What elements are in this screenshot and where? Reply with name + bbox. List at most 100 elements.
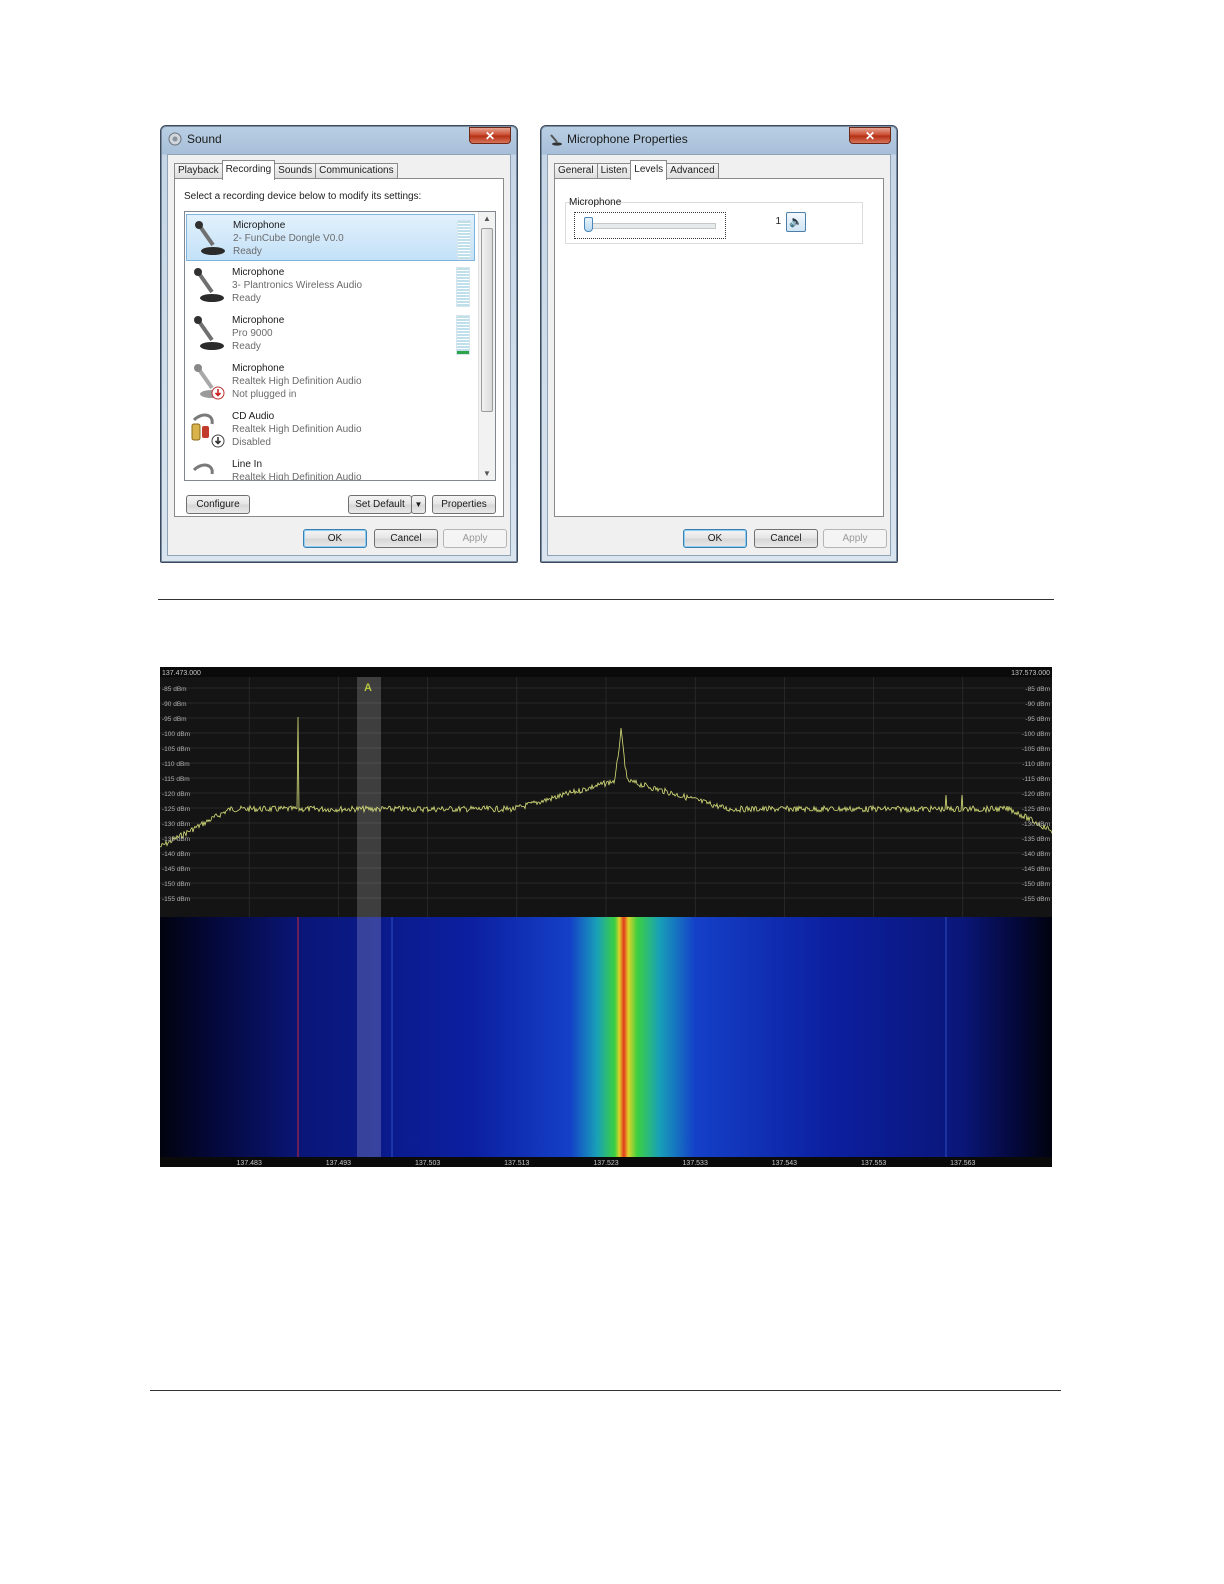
device-item[interactable]: CD Audio Realtek High Definition Audio D… (186, 406, 475, 453)
microphone-level-value: 1 (775, 216, 781, 227)
dbm-tick-label: -105 dBm (162, 746, 190, 753)
recording-intro-text: Select a recording device below to modif… (184, 191, 422, 202)
device-driver: Realtek High Definition Audio (232, 376, 362, 387)
dbm-tick-label: -130 dBm (162, 821, 190, 828)
mic-properties-close-button[interactable]: ✕ (849, 127, 891, 144)
dbm-tick-label: -135 dBm (1022, 836, 1050, 843)
recording-device-list: Microphone 2- FunCube Dongle V0.0 Ready … (184, 211, 496, 481)
slider-thumb[interactable] (584, 217, 594, 232)
device-driver: Realtek High Definition Audio (232, 424, 362, 435)
device-driver: 3- Plantronics Wireless Audio (232, 280, 363, 291)
frequency-tick-label: 137.543 (772, 1160, 797, 1167)
level-meter (456, 267, 470, 307)
tab-playback[interactable]: Playback (174, 163, 223, 179)
microphone-unplugged-icon (194, 364, 225, 400)
dbm-tick-label: -140 dBm (162, 851, 190, 858)
apply-button[interactable]: Apply (823, 529, 887, 548)
mic-properties-titlebar[interactable]: Microphone Properties ✕ (541, 126, 897, 152)
set-default-dropdown-icon[interactable]: ▼ (411, 495, 426, 514)
vfo-a-label: A (364, 682, 372, 694)
waterfall (160, 917, 1052, 1157)
properties-button[interactable]: Properties (432, 495, 496, 514)
device-item[interactable]: Microphone Pro 9000 Ready (186, 310, 475, 357)
tab-recording[interactable]: Recording (221, 160, 276, 180)
ok-button[interactable]: OK (303, 529, 367, 548)
device-item[interactable]: Line In Realtek High Definition Audio (186, 454, 475, 481)
device-status: Ready (232, 341, 261, 352)
frequency-tick-label: 137.483 (237, 1160, 262, 1167)
microphone-icon (550, 134, 562, 146)
device-driver: Realtek High Definition Audio (232, 472, 362, 481)
cancel-button[interactable]: Cancel (754, 529, 818, 548)
dbm-tick-label: -150 dBm (162, 881, 190, 888)
ok-button[interactable]: OK (683, 529, 747, 548)
dbm-axis-right: -85 dBm -90 dBm -95 dBm -100 dBm -105 dBm -11… (1022, 686, 1050, 903)
dbm-tick-label: -155 dBm (162, 896, 190, 903)
frequency-tick-label: 137.523 (593, 1160, 618, 1167)
spectrum-analyzer[interactable]: A 137.473.000 137.573.000 -85 dBm -90 dBm… (160, 667, 1052, 1167)
vfo-a-band-marker[interactable] (357, 677, 381, 1157)
microphone-icon (194, 316, 224, 350)
device-status: Not plugged in (232, 389, 297, 400)
dbm-tick-label: -115 dBm (1022, 776, 1050, 783)
scroll-up-icon[interactable]: ▲ (479, 214, 495, 223)
dbm-tick-label: -110 dBm (162, 761, 190, 768)
tab-communications[interactable]: Communications (315, 163, 398, 179)
device-list-scrollbar[interactable]: ▲ ▼ (478, 212, 495, 480)
scroll-down-icon[interactable]: ▼ (479, 469, 495, 478)
dbm-tick-label: -105 dBm (1022, 746, 1050, 753)
device-name: Microphone (232, 315, 285, 326)
dbm-axis-left: -85 dBm -90 dBm -95 dBm -100 dBm -105 dBm -11… (162, 686, 190, 903)
device-item[interactable]: Microphone Realtek High Definition Audio… (186, 358, 475, 405)
frequency-tick-label: 137.533 (683, 1160, 708, 1167)
frequency-axis: 137.483 137.493 137.503 137.513 137.523 137.5… (237, 1160, 976, 1167)
sound-dialog: Sound ✕ Playback Recording Sounds Commun… (160, 125, 518, 563)
tab-listen[interactable]: Listen (596, 163, 632, 179)
frequency-right-label: 137.573.000 (1011, 670, 1050, 677)
spectrum-svg: A 137.473.000 137.573.000 -85 dBm -90 dBm… (160, 667, 1052, 1167)
tab-sounds[interactable]: Sounds (274, 163, 317, 179)
device-name: CD Audio (232, 411, 275, 422)
dbm-tick-label: -120 dBm (162, 791, 190, 798)
microphone-icon (194, 268, 224, 302)
device-item[interactable]: Microphone 3- Plantronics Wireless Audio… (186, 262, 475, 309)
device-status: Ready (233, 246, 262, 257)
tab-levels[interactable]: Levels (630, 160, 668, 180)
tab-advanced[interactable]: Advanced (666, 163, 719, 179)
configure-button[interactable]: Configure (186, 495, 250, 514)
mute-speaker-icon[interactable]: 🔈 (786, 212, 806, 232)
dbm-tick-label: -100 dBm (1022, 731, 1050, 738)
cancel-button[interactable]: Cancel (374, 529, 438, 548)
dbm-tick-label: -130 dBm (1022, 821, 1050, 828)
dbm-tick-label: -125 dBm (162, 806, 190, 813)
dbm-tick-label: -150 dBm (1022, 881, 1050, 888)
scroll-thumb[interactable] (481, 228, 493, 412)
apply-button[interactable]: Apply (443, 529, 507, 548)
sound-titlebar[interactable]: Sound ✕ (161, 126, 517, 152)
divider (158, 599, 1054, 600)
sound-tabs: Playback Recording Sounds Communications (174, 160, 398, 180)
dbm-tick-label: -135 dBm (162, 836, 190, 843)
dbm-tick-label: -110 dBm (1022, 761, 1050, 768)
frequency-tick-label: 137.493 (326, 1160, 351, 1167)
mic-properties-client-area: General Listen Levels Advanced Microphon… (547, 154, 891, 556)
set-default-button[interactable]: Set Default (348, 495, 412, 514)
dbm-tick-label: -125 dBm (1022, 806, 1050, 813)
frequency-tick-label: 137.513 (504, 1160, 529, 1167)
dbm-tick-label: -120 dBm (1022, 791, 1050, 798)
tab-general[interactable]: General (554, 163, 598, 179)
dbm-tick-label: -90 dBm (1025, 701, 1050, 708)
levels-panel: Microphone 1 🔈 (554, 178, 884, 517)
device-name: Microphone (232, 363, 285, 374)
device-name: Microphone (232, 267, 285, 278)
frequency-header-bar (160, 667, 1052, 677)
device-item[interactable]: Microphone 2- FunCube Dongle V0.0 Ready (186, 214, 475, 261)
device-driver: Pro 9000 (232, 328, 273, 339)
sound-close-button[interactable]: ✕ (469, 127, 511, 144)
dbm-tick-label: -90 dBm (162, 701, 187, 708)
microphone-properties-dialog: Microphone Properties ✕ General Listen L… (540, 125, 898, 563)
dbm-tick-label: -145 dBm (162, 866, 190, 873)
frequency-tick-label: 137.503 (415, 1160, 440, 1167)
microphone-level-slider[interactable] (574, 212, 726, 239)
dbm-tick-label: -100 dBm (162, 731, 190, 738)
